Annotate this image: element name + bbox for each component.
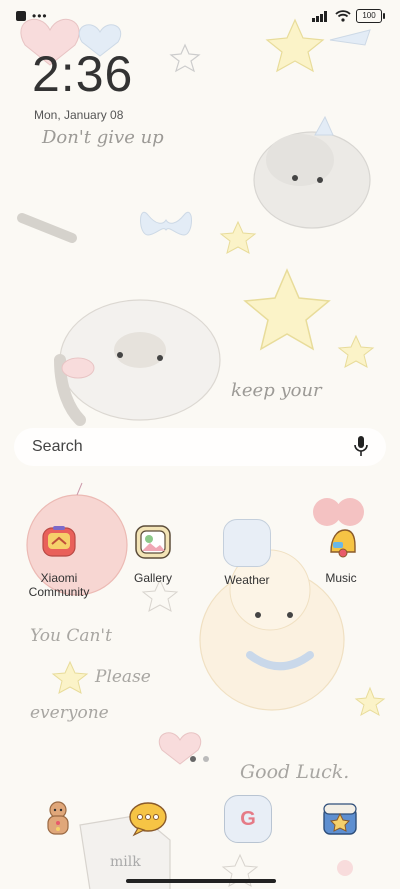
dock-app-google[interactable]: G <box>224 795 272 843</box>
battery-icon: 100 <box>356 9 385 23</box>
dock-app-gingerbread[interactable] <box>35 795 81 841</box>
page-indicator[interactable] <box>190 756 209 762</box>
notification-icon <box>16 11 26 21</box>
wallpaper-text-good-luck: Good Luck. <box>240 761 349 783</box>
system-status: 100 <box>312 9 385 23</box>
wallpaper-text-everyone: everyone <box>30 703 109 723</box>
more-notifications-icon: ••• <box>32 9 48 23</box>
messages-icon <box>129 802 167 837</box>
status-bar: ••• 100 <box>0 0 400 34</box>
app-music[interactable]: Music <box>301 519 381 585</box>
weather-icon <box>223 519 271 567</box>
signal-icon <box>312 11 327 22</box>
dock-app-store[interactable] <box>317 795 363 841</box>
store-icon <box>323 803 357 835</box>
wallpaper-text-keep-your: keep your <box>231 380 323 401</box>
notification-area: ••• <box>16 9 48 23</box>
gingerbread-icon <box>47 801 69 835</box>
page-dot[interactable] <box>203 756 209 762</box>
date[interactable]: Mon, January 08 <box>34 108 123 122</box>
wifi-icon <box>335 10 351 22</box>
wallpaper-text-dont-give-up: Don't give up <box>41 127 164 148</box>
wallpaper-text-please: Please <box>94 667 151 687</box>
home-indicator[interactable] <box>126 879 276 883</box>
search-bar[interactable]: Search <box>14 428 386 466</box>
app-label: Xiaomi Community <box>28 571 90 599</box>
app-xiaomi-community[interactable]: Xiaomi Community <box>19 519 99 599</box>
app-label: Music <box>325 571 357 585</box>
gallery-icon <box>130 519 176 565</box>
music-icon <box>318 519 364 565</box>
app-label: Weather <box>224 573 270 587</box>
app-weather[interactable]: Weather <box>207 519 287 587</box>
wallpaper-text-you-cant: You Can't <box>30 626 112 646</box>
app-gallery[interactable]: Gallery <box>113 519 193 585</box>
app-label: Gallery <box>133 571 172 585</box>
dock-app-messages[interactable] <box>125 795 171 841</box>
xiaomi-community-icon <box>36 519 82 565</box>
wallpaper-text-milk: milk <box>110 854 141 870</box>
clock[interactable]: 2:36 <box>32 46 133 102</box>
microphone-icon[interactable] <box>354 435 368 457</box>
page-dot-active[interactable] <box>190 756 196 762</box>
google-icon: G <box>240 807 256 830</box>
search-label: Search <box>32 438 83 455</box>
